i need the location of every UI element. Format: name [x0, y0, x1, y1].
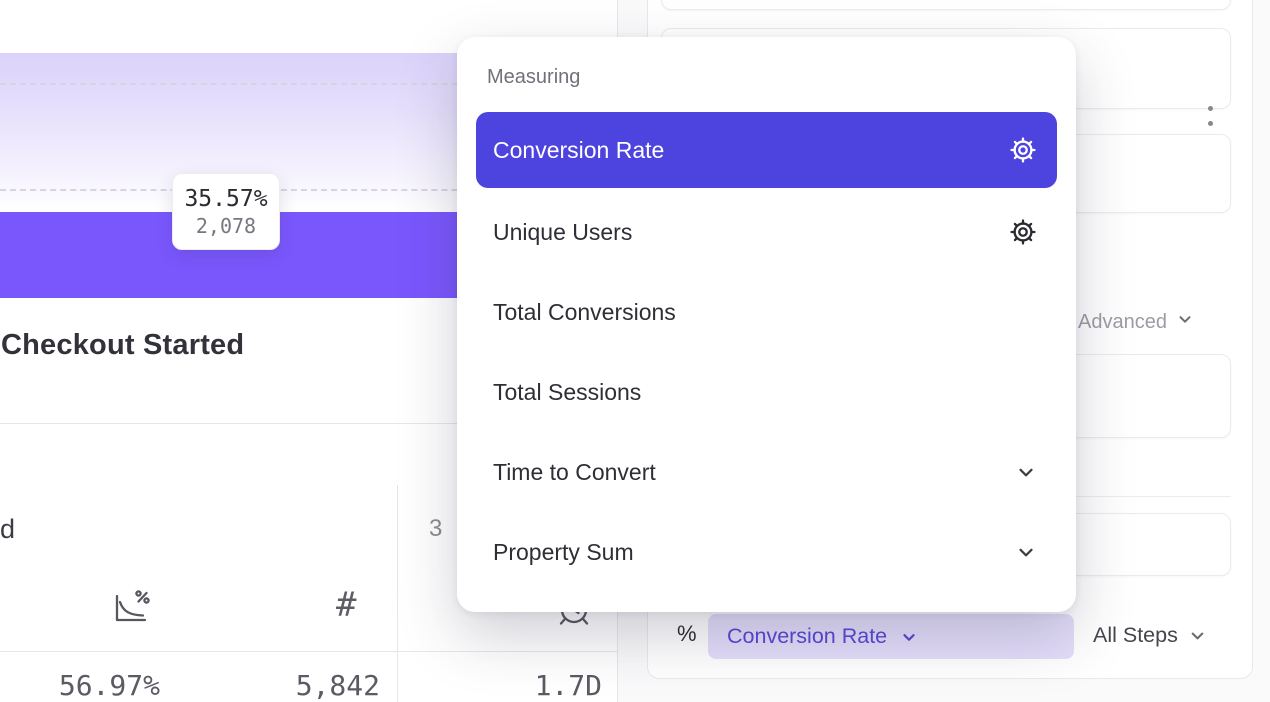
menu-item-unique-users[interactable]: Unique Users [476, 192, 1057, 272]
value-time-to-convert: 1.7D [478, 669, 602, 702]
tooltip-conversion-rate: 35.57% [184, 186, 267, 212]
menu-item-time-to-convert[interactable]: Time to Convert [476, 432, 1057, 512]
bar-tooltip: 35.57% 2,078 [172, 173, 280, 250]
all-steps-dropdown[interactable]: All Steps [1093, 623, 1207, 648]
metric-prefix: % [677, 621, 697, 647]
funnel-analytics-page: Checkout Started d 3 # [0, 0, 1270, 702]
measuring-pill-button[interactable]: Conversion Rate [708, 614, 1074, 659]
chevron-down-icon [1176, 310, 1194, 334]
chevron-down-icon [1015, 541, 1037, 563]
table-row-divider [0, 651, 618, 652]
funnel-step-label: Checkout Started [1, 329, 244, 362]
menu-item-label: Conversion Rate [493, 137, 664, 164]
step-card-top[interactable] [661, 0, 1231, 10]
menu-item-label: Unique Users [493, 219, 632, 246]
measuring-dropdown-header: Measuring [487, 66, 580, 89]
advanced-toggle[interactable]: Advanced [1078, 310, 1194, 334]
chevron-down-icon [1015, 461, 1037, 483]
table-column-divider [397, 485, 398, 702]
count-icon: # [336, 585, 356, 625]
menu-item-property-sum[interactable]: Property Sum [476, 512, 1057, 592]
value-count: 5,842 [256, 669, 380, 702]
menu-item-label: Property Sum [493, 539, 634, 566]
measuring-dropdown: Measuring Conversion Rate Unique Users T… [457, 37, 1076, 612]
menu-item-label: Time to Convert [493, 459, 656, 486]
gear-icon[interactable] [1009, 136, 1037, 164]
table-group-header-right: 3 [429, 515, 442, 543]
menu-item-total-sessions[interactable]: Total Sessions [476, 352, 1057, 432]
tooltip-count: 2,078 [196, 214, 256, 238]
chevron-down-icon [1188, 626, 1207, 645]
all-steps-label: All Steps [1093, 623, 1178, 648]
value-conversion-rate: 56.97% [36, 669, 160, 702]
menu-item-label: Total Conversions [493, 299, 676, 326]
advanced-label: Advanced [1078, 311, 1167, 334]
menu-item-conversion-rate[interactable]: Conversion Rate [476, 112, 1057, 188]
conversion-rate-icon [110, 588, 150, 631]
menu-item-total-conversions[interactable]: Total Conversions [476, 272, 1057, 352]
measuring-pill-label: Conversion Rate [727, 624, 887, 649]
gear-icon[interactable] [1009, 218, 1037, 246]
chevron-down-icon [900, 628, 918, 646]
table-group-header-left: d [0, 514, 15, 545]
menu-item-label: Total Sessions [493, 379, 641, 406]
